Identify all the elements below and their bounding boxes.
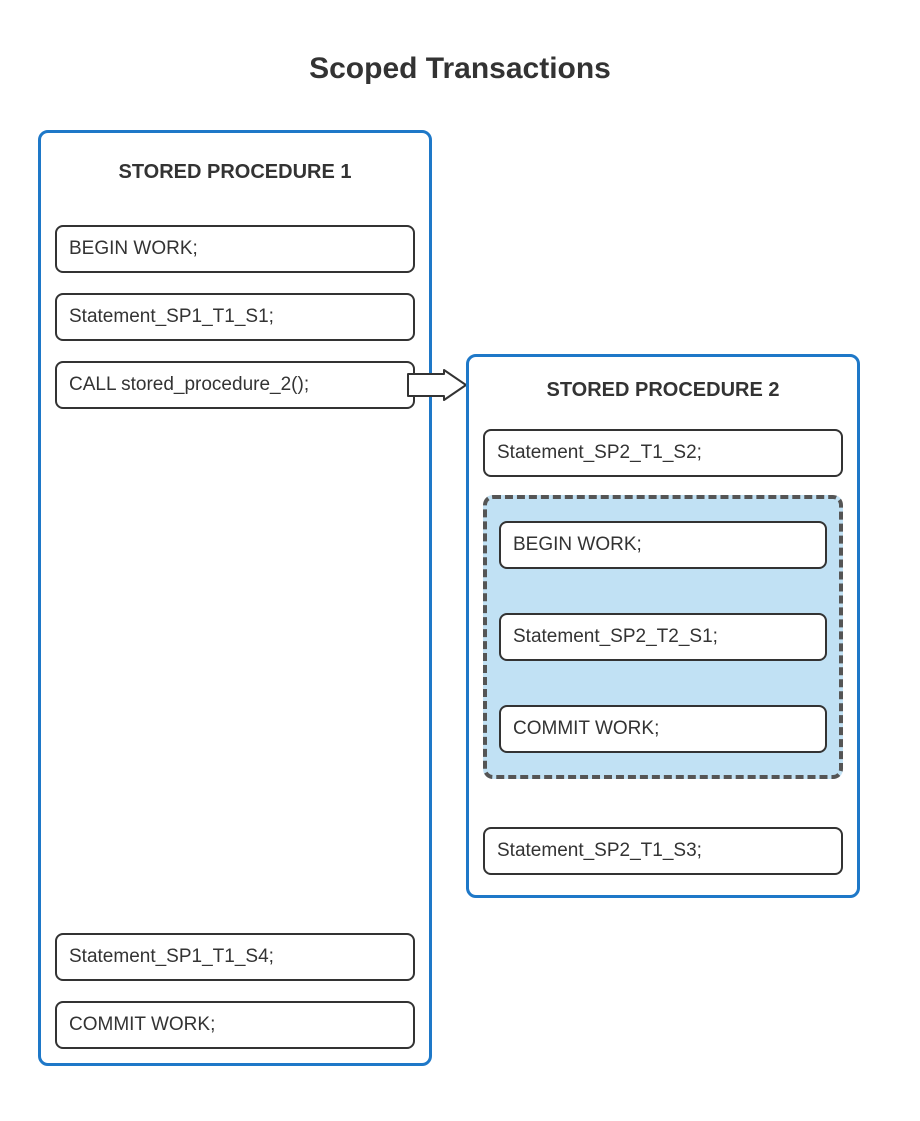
sp2-statement-t2: Statement_SP2_T2_S1; [499, 613, 827, 661]
sp2-commit-work: COMMIT WORK; [499, 705, 827, 753]
stored-procedure-1-box: STORED PROCEDURE 1 BEGIN WORK; Statement… [38, 130, 432, 1066]
sp2-statement-3: Statement_SP2_T1_S3; [483, 827, 843, 875]
call-arrow-icon [408, 370, 468, 400]
stored-procedure-2-box: STORED PROCEDURE 2 Statement_SP2_T1_S2; … [466, 354, 860, 898]
stored-procedure-1-heading: STORED PROCEDURE 1 [41, 161, 429, 184]
sp1-statement-1: Statement_SP1_T1_S1; [55, 293, 415, 341]
sp1-begin-work: BEGIN WORK; [55, 225, 415, 273]
sp1-commit-work: COMMIT WORK; [55, 1001, 415, 1049]
stored-procedure-2-heading: STORED PROCEDURE 2 [469, 379, 857, 402]
diagram-title: Scoped Transactions [0, 52, 920, 86]
sp1-statement-4: Statement_SP1_T1_S4; [55, 933, 415, 981]
sp2-statement-1: Statement_SP2_T1_S2; [483, 429, 843, 477]
sp1-call-sp2: CALL stored_procedure_2(); [55, 361, 415, 409]
sp2-begin-work: BEGIN WORK; [499, 521, 827, 569]
